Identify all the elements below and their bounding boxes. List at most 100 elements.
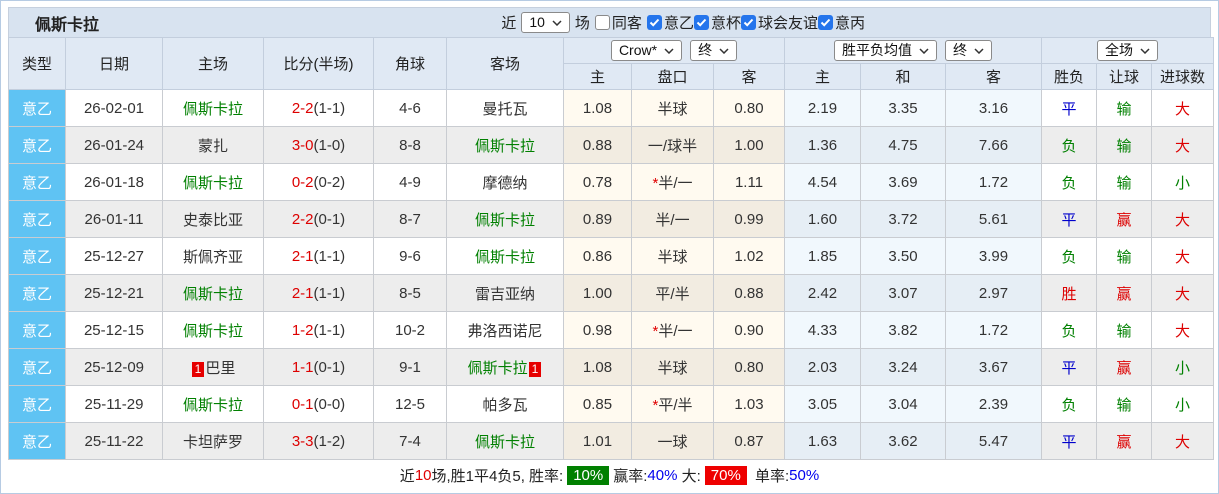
score-halftime: (1-1) <box>313 99 346 117</box>
score-fulltime: 2-2 <box>291 99 314 117</box>
cell-handicap-result-text: 赢 <box>1116 211 1132 229</box>
cell-date: 25-12-09 <box>65 348 163 386</box>
cell-date: 25-12-21 <box>65 274 163 312</box>
cell-avg-draw: 4.75 <box>860 126 946 164</box>
checkbox-checked-icon[interactable] <box>646 15 662 30</box>
checkbox-checked-icon[interactable] <box>740 15 756 30</box>
cell-avg-draw: 3.35 <box>860 89 946 127</box>
league-filter[interactable]: 意杯 <box>693 12 741 33</box>
cell-avg-lose: 7.66 <box>945 126 1042 164</box>
team-name: 史泰比亚 <box>182 211 243 229</box>
cell-avg-lose: 1.72 <box>945 163 1042 201</box>
cell-odds-away: 1.02 <box>713 237 785 275</box>
cell-date: 26-01-18 <box>65 163 163 201</box>
avg-type-select[interactable]: 胜平负均值 <box>834 40 937 61</box>
cell-handicap-result: 输 <box>1096 237 1152 275</box>
cell-avg-lose: 5.61 <box>945 200 1042 238</box>
cell-away-team: 弗洛西诺尼 <box>446 311 564 349</box>
col-header-type: 类型 <box>8 37 66 90</box>
cell-date: 26-01-24 <box>65 126 163 164</box>
subcol-handicap: 盘口 <box>631 63 714 90</box>
cell-result: 平 <box>1041 89 1097 127</box>
league-filter[interactable]: 意乙 <box>646 12 694 33</box>
cell-odds-away: 0.88 <box>713 274 785 312</box>
cell-result: 负 <box>1041 311 1097 349</box>
cell-avg-lose: 3.16 <box>945 89 1042 127</box>
score-fulltime: 1-2 <box>291 321 314 339</box>
title-bar: 佩斯卡拉 近 10 场 同客 意乙 意杯 球会友谊 意丙 <box>8 7 1211 37</box>
checkbox-checked-icon[interactable] <box>817 15 833 30</box>
cell-score: 1-1(0-1) <box>263 348 374 386</box>
match-table: 类型 日期 主场 比分(半场) 角球 客场 Crow* 终 胜平负均值 终 全场… <box>8 37 1215 460</box>
team-name: 佩斯卡拉 <box>182 396 243 414</box>
cell-odds-away: 0.80 <box>713 348 785 386</box>
cell-league: 意乙 <box>8 385 66 423</box>
cell-goals-text: 小 <box>1175 174 1191 192</box>
footer-text: 50% <box>789 466 820 484</box>
result-group-header: 全场 <box>1040 37 1215 64</box>
league-filters: 意乙 意杯 球会友谊 意丙 <box>646 12 865 33</box>
cell-handicap: *平/半 <box>631 385 714 423</box>
chevron-down-icon <box>552 19 562 26</box>
cell-date: 25-12-15 <box>65 311 163 349</box>
chevron-down-icon <box>664 47 674 54</box>
recent-label: 近 <box>501 15 517 32</box>
match-row: 意乙 25-12-21 佩斯卡拉 2-1(1-1) 8-5 雷吉亚纳 1.00 平/半 0.88… <box>8 274 1215 312</box>
cell-score: 1-2(1-1) <box>263 311 374 349</box>
same-away-label: 同客 <box>611 15 642 32</box>
cell-avg-draw: 3.07 <box>860 274 946 312</box>
avg-state-select[interactable]: 终 <box>945 40 992 61</box>
cell-goals: 小 <box>1150 385 1215 423</box>
cell-result-text: 平 <box>1061 100 1077 118</box>
league-filter-label: 意丙 <box>834 15 865 32</box>
cell-away-team: 佩斯卡拉 <box>446 126 564 164</box>
checkbox-unchecked-icon[interactable] <box>594 15 610 30</box>
subcol-avg-draw: 和 <box>860 63 946 90</box>
cell-handicap-result-text: 输 <box>1116 174 1132 192</box>
cell-league: 意乙 <box>8 422 66 460</box>
cell-goals: 大 <box>1150 200 1215 238</box>
odds-state-select[interactable]: 终 <box>690 40 738 61</box>
cell-handicap-result: 赢 <box>1096 200 1152 238</box>
cell-handicap-result: 输 <box>1096 89 1152 127</box>
cell-handicap-result: 输 <box>1096 126 1152 164</box>
odds-group-header: Crow* 终 <box>563 37 785 64</box>
col-header-score: 比分(半场) <box>263 37 374 90</box>
cell-league: 意乙 <box>8 89 66 127</box>
cell-handicap-result-text: 赢 <box>1116 433 1132 451</box>
cell-avg-win: 3.05 <box>784 385 861 423</box>
score-halftime: (1-1) <box>313 284 346 302</box>
cell-score: 0-1(0-0) <box>263 385 374 423</box>
cell-date: 26-01-11 <box>65 200 163 238</box>
same-away-filter[interactable]: 同客 <box>594 12 642 33</box>
cell-avg-draw: 3.82 <box>860 311 946 349</box>
league-filter[interactable]: 意丙 <box>817 12 865 33</box>
checkbox-checked-icon[interactable] <box>693 15 709 30</box>
match-row: 意乙 26-01-18 佩斯卡拉 0-2(0-2) 4-9 摩德纳 0.78 *半/一 1.11… <box>8 163 1215 201</box>
cell-odds-away: 0.99 <box>713 200 785 238</box>
score-fulltime: 2-2 <box>291 210 314 228</box>
team-name: 佩斯卡拉 <box>182 174 243 192</box>
cell-result: 平 <box>1041 200 1097 238</box>
cell-goals: 大 <box>1150 89 1215 127</box>
cell-away-team: 佩斯卡拉 <box>446 237 564 275</box>
cell-goals: 大 <box>1150 274 1215 312</box>
cell-home-team: 佩斯卡拉 <box>162 163 264 201</box>
cell-avg-draw: 3.24 <box>860 348 946 386</box>
recent-count-select[interactable]: 10 <box>521 12 570 33</box>
cell-league: 意乙 <box>8 274 66 312</box>
cell-handicap-result: 输 <box>1096 163 1152 201</box>
cell-odds-away: 1.03 <box>713 385 785 423</box>
league-filter[interactable]: 球会友谊 <box>740 12 818 33</box>
team-name: 蒙扎 <box>197 137 228 155</box>
cell-odds-home: 0.86 <box>563 237 632 275</box>
cell-handicap-result-text: 输 <box>1116 137 1132 155</box>
avg-group-header: 胜平负均值 终 <box>784 37 1042 64</box>
cell-odds-home: 0.89 <box>563 200 632 238</box>
subcol-avg-win: 主 <box>784 63 861 90</box>
odds-company-select[interactable]: Crow* <box>610 40 683 61</box>
cell-corners: 8-7 <box>373 200 447 238</box>
chevron-down-icon <box>719 47 729 54</box>
period-select[interactable]: 全场 <box>1097 40 1159 61</box>
cell-home-team: 佩斯卡拉 <box>162 89 264 127</box>
